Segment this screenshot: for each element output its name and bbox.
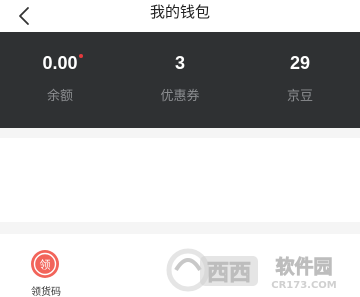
coupon-label: 优惠券 [160,88,200,103]
section-divider [0,222,360,234]
jingdou-count: 29 [289,53,311,73]
jingdou-stat[interactable]: 29 京豆 [240,32,360,128]
coupon-stat[interactable]: 3 优惠券 [120,32,240,128]
balance-label: 余额 [46,88,73,103]
jingdou-label: 京豆 [286,88,313,103]
page-title: 我的钱包 [149,4,210,21]
pickup-code-label: 领货码 [31,287,61,297]
pickup-code-icon: 领 [31,250,59,278]
coupon-count: 3 [174,53,185,73]
pickup-code-tool[interactable]: 领 领货码 [16,246,76,297]
section-divider [0,128,360,138]
svg-text:西西: 西西 [207,261,251,286]
site-watermark-logo: 西西 软件园 CR173.COM [166,248,337,292]
balance-value: 0.00 [42,53,78,73]
svg-text:CR173.COM: CR173.COM [271,280,337,291]
wallet-page: 我的钱包 0.00 余额 3 优惠券 29 京豆 领 领货码 西西 软件园 CR… [0,0,360,297]
notification-dot [78,54,83,58]
svg-text:领: 领 [40,259,51,272]
svg-text:软件园: 软件园 [275,255,332,278]
top-nav-bar: 我的钱包 [0,0,360,32]
balance-stat[interactable]: 0.00 余额 [0,32,120,128]
wallet-stats-panel: 0.00 余额 3 优惠券 29 京豆 [0,32,360,128]
